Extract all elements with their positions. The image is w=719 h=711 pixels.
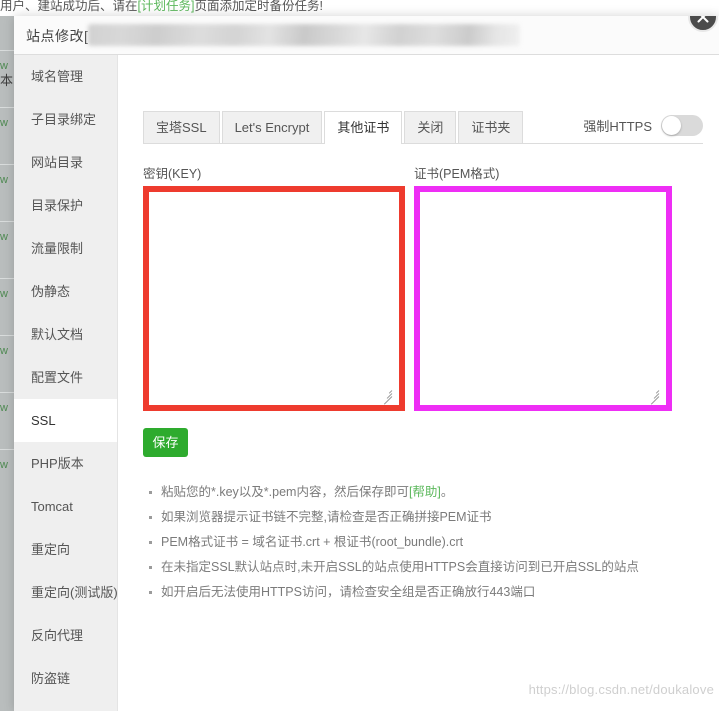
background-row-text: w [0, 345, 8, 357]
force-https-toggle[interactable] [661, 115, 703, 136]
sidebar-item-redirect[interactable]: 重定向 [14, 528, 117, 571]
ssl-tabs: 宝塔SSL Let's Encrypt 其他证书 关闭 证书夹 [143, 111, 525, 143]
sidebar-item-domain[interactable]: 域名管理 [14, 55, 117, 98]
ssl-hints-list: 粘贴您的*.key以及*.pem内容，然后保存即可[帮助]。 如果浏览器提示证书… [145, 480, 639, 605]
sidebar-item-reverse-proxy[interactable]: 反向代理 [14, 614, 117, 657]
dialog-title: 站点修改[ [26, 26, 88, 46]
help-link[interactable]: [帮助] [409, 485, 441, 499]
pem-textarea[interactable] [420, 192, 666, 405]
ssl-tabstrip: 宝塔SSL Let's Encrypt 其他证书 关闭 证书夹 强制HTTPS [143, 111, 703, 144]
hint-item-5: 如开启后无法使用HTTPS访问，请检查安全组是否正确放行443端口 [161, 580, 639, 605]
toggle-knob [662, 116, 681, 135]
background-notice-suffix: 页面添加定时备份任务! [194, 0, 322, 13]
ssl-panel: 宝塔SSL Let's Encrypt 其他证书 关闭 证书夹 强制HTTPS … [119, 55, 719, 711]
tab-other-cert[interactable]: 其他证书 [324, 111, 402, 143]
force-https-label: 强制HTTPS [583, 116, 652, 135]
close-icon [690, 16, 716, 30]
sidebar-item-config-file[interactable]: 配置文件 [14, 356, 117, 399]
key-textarea-highlight [143, 186, 405, 411]
key-field-label: 密钥(KEY) [143, 163, 201, 182]
hint-item-1: 粘贴您的*.key以及*.pem内容，然后保存即可[帮助]。 [161, 480, 639, 505]
background-row-text: w [0, 117, 8, 129]
dialog-body: 域名管理 子目录绑定 网站目录 目录保护 流量限制 伪静态 默认文档 配置文件 … [14, 55, 719, 711]
sidebar-item-anti-leech[interactable]: 防盗链 [14, 657, 117, 700]
background-notice-text: 用户、建站成功后、请在[计划任务]页面添加定时备份任务! [0, 0, 719, 16]
hint-2-text: 如果浏览器提示证书链不完整,请检查是否正确拼接PEM证书 [161, 510, 492, 524]
site-edit-dialog: 站点修改[ 域名管理 子目录绑定 网站目录 目录保护 流量限制 伪静态 默认文档… [14, 16, 719, 711]
tab-cert-folder[interactable]: 证书夹 [458, 111, 523, 143]
save-button[interactable]: 保存 [143, 428, 188, 457]
hint-item-4: 在未指定SSL默认站点时,未开启SSL的站点使用HTTPS会直接访问到已开启SS… [161, 555, 639, 580]
hint-1-text: 粘贴您的*.key以及*.pem内容，然后保存即可 [161, 485, 409, 499]
tab-bt-ssl[interactable]: 宝塔SSL [143, 111, 220, 143]
force-https-control: 强制HTTPS [583, 115, 703, 136]
hint-5-text: 如开启后无法使用HTTPS访问，请检查安全组是否正确放行443端口 [161, 585, 535, 599]
dialog-sidebar: 域名管理 子目录绑定 网站目录 目录保护 流量限制 伪静态 默认文档 配置文件 … [14, 55, 118, 711]
sidebar-item-dir-protect[interactable]: 目录保护 [14, 184, 117, 227]
sidebar-item-rewrite[interactable]: 伪静态 [14, 270, 117, 313]
pem-textarea-highlight [414, 186, 672, 411]
tab-close[interactable]: 关闭 [404, 111, 456, 143]
background-notice-link[interactable]: [计划任务] [138, 0, 195, 13]
background-left-char: 本 [0, 70, 13, 89]
key-textarea[interactable] [149, 192, 399, 405]
hint-1-suffix: 。 [441, 485, 454, 499]
hint-3-text: PEM格式证书 = 域名证书.crt + 根证书(root_bundle).cr… [161, 535, 463, 549]
background-row-text: w [0, 60, 8, 72]
sidebar-item-site-dir[interactable]: 网站目录 [14, 141, 117, 184]
dialog-titlebar: 站点修改[ [14, 16, 719, 55]
sidebar-item-response-log[interactable]: 响应日志 [14, 700, 117, 711]
sidebar-item-default-doc[interactable]: 默认文档 [14, 313, 117, 356]
sidebar-item-php-version[interactable]: PHP版本 [14, 442, 117, 485]
sidebar-item-tomcat[interactable]: Tomcat [14, 485, 117, 528]
background-row-text: w [0, 174, 8, 186]
sidebar-item-ssl[interactable]: SSL [14, 399, 117, 442]
tab-lets-encrypt[interactable]: Let's Encrypt [222, 111, 323, 143]
background-row-text: w [0, 231, 8, 243]
sidebar-item-redirect-beta[interactable]: 重定向(测试版) [14, 571, 117, 614]
dialog-title-redacted-sitename [88, 24, 520, 46]
pem-field-label: 证书(PEM格式) [414, 163, 499, 182]
sidebar-item-subdirectory[interactable]: 子目录绑定 [14, 98, 117, 141]
watermark: https://blog.csdn.net/doukalove [529, 682, 714, 697]
hint-4-text: 在未指定SSL默认站点时,未开启SSL的站点使用HTTPS会直接访问到已开启SS… [161, 560, 639, 574]
background-row-text: w [0, 402, 8, 414]
background-notice-prefix: 用户、建站成功后、请在 [0, 0, 138, 13]
sidebar-item-traffic-limit[interactable]: 流量限制 [14, 227, 117, 270]
hint-item-3: PEM格式证书 = 域名证书.crt + 根证书(root_bundle).cr… [161, 530, 639, 555]
background-row-text: w [0, 459, 8, 471]
close-button[interactable] [688, 16, 718, 32]
background-row-text: w [0, 288, 8, 300]
hint-item-2: 如果浏览器提示证书链不完整,请检查是否正确拼接PEM证书 [161, 505, 639, 530]
